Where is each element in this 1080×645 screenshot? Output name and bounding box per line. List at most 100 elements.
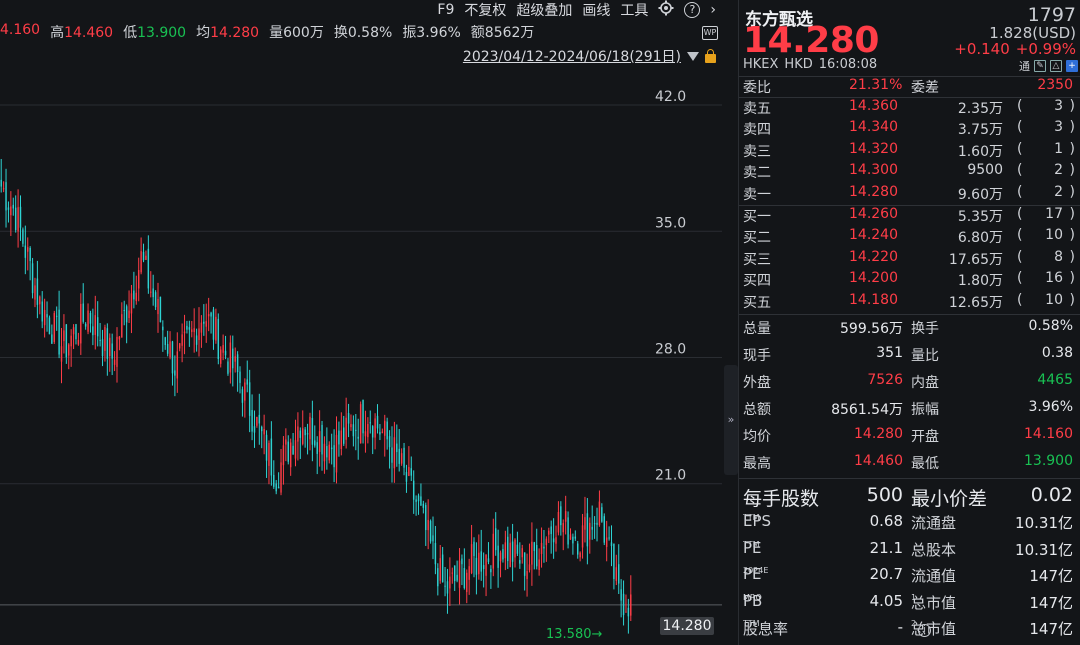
super-overlay-button[interactable]: 超级叠加 (516, 0, 572, 20)
quote-icons: 通 ✎ △ + (1019, 58, 1078, 74)
candle-body (584, 517, 586, 530)
candle-body (473, 541, 475, 557)
ask-row[interactable]: 卖一 14.280 9.60万 (2) (743, 184, 1077, 205)
candle-body (109, 337, 111, 357)
candle-body (321, 424, 323, 455)
dropdown-arrow-icon[interactable] (687, 51, 699, 61)
add-icon[interactable]: + (1066, 60, 1078, 72)
paren-open: ( (1017, 162, 1023, 179)
candle (369, 410, 371, 434)
ask-row[interactable]: 卖五 14.360 2.35万 (3) (743, 98, 1077, 119)
bid-row[interactable]: 买一 14.260 5.35万 (17) (743, 206, 1077, 227)
bid-order-count: 10 (1045, 291, 1063, 308)
fundamental-label: EPS (743, 512, 772, 530)
candle (159, 296, 162, 323)
candle (569, 528, 572, 540)
chevron-right-icon[interactable]: › (710, 2, 722, 18)
candle (280, 448, 282, 496)
candle (367, 417, 369, 444)
bid-row[interactable]: 买四 14.200 1.80万 (16) (743, 270, 1077, 291)
collapse-panel-handle[interactable]: » (724, 365, 738, 475)
bid-order-count: 10 (1045, 227, 1063, 244)
candle-body (355, 429, 357, 431)
candle (572, 533, 574, 555)
candle (596, 507, 598, 542)
edit-icon[interactable]: ✎ (1034, 60, 1046, 72)
candle (545, 536, 548, 562)
candle-body (410, 468, 413, 476)
candle-body (434, 542, 437, 565)
candle-body (140, 251, 142, 273)
current-price-tag: 14.280 (660, 617, 714, 635)
ask-volume: 9500 (967, 162, 1003, 179)
candle (51, 324, 53, 344)
candle-body (381, 431, 384, 433)
date-range-text[interactable]: 2023/04/12-2024/06/18(291日) (463, 46, 681, 66)
bid-row[interactable]: 买三 14.220 17.65万 (8) (743, 249, 1077, 270)
candle (340, 412, 343, 456)
candle-body (193, 328, 195, 333)
candle-body (75, 324, 77, 340)
candle (142, 243, 145, 263)
candle (555, 525, 557, 552)
candle (470, 524, 473, 575)
candle-body (282, 445, 285, 466)
question-icon[interactable]: ? (684, 2, 701, 18)
candle (458, 548, 461, 605)
candle-body (613, 543, 615, 580)
ask-row[interactable]: 卖三 14.320 1.60万 (1) (743, 141, 1077, 162)
candle-body (398, 448, 400, 464)
candle-body (2, 188, 5, 190)
ask-row[interactable]: 卖四 14.340 3.75万 (3) (743, 119, 1077, 140)
no-adjust-button[interactable]: 不复权 (464, 0, 506, 20)
candle (350, 414, 352, 431)
lock-icon[interactable] (705, 48, 716, 63)
gear-icon[interactable] (658, 0, 674, 20)
f9-button[interactable]: F9 (437, 2, 454, 18)
candle-body (236, 354, 239, 373)
alert-icon[interactable]: △ (1050, 60, 1062, 72)
candle-body (292, 445, 294, 455)
candle-body (581, 525, 584, 548)
candle-body (470, 544, 473, 574)
candle-body (152, 288, 154, 298)
candle (531, 522, 533, 586)
stat-label: 总量 (743, 321, 771, 337)
tools-button[interactable]: 工具 (620, 0, 648, 20)
candle-body (306, 433, 309, 435)
candle (60, 327, 63, 384)
candle (608, 526, 610, 541)
candle (451, 567, 454, 584)
committee-row: 委比 21.31% 委差 2350 (743, 77, 1077, 98)
kline-chart-pane[interactable]: F9 不复权 超级叠加 画线 工具 ? › 4.160 高14.460 低13.… (0, 0, 722, 645)
candle-body (80, 303, 82, 344)
candle-body (461, 558, 463, 565)
wp-badge-icon[interactable]: WP (702, 26, 718, 40)
candle-body (610, 542, 613, 546)
bid-row[interactable]: 买五 14.180 12.65万 (10) (743, 292, 1077, 313)
candle-body (330, 447, 333, 450)
info-icon[interactable]: i (918, 624, 932, 637)
candle (171, 340, 174, 386)
candle-body (314, 440, 316, 446)
candle-body (217, 318, 220, 360)
candle-body (31, 263, 34, 294)
date-range-selector[interactable]: 2023/04/12-2024/06/18(291日) (463, 46, 716, 66)
ask-price: 14.340 (849, 119, 898, 136)
candle-body (526, 571, 528, 580)
candle (275, 480, 277, 495)
ask-row[interactable]: 卖二 14.300 9500 (2) (743, 162, 1077, 183)
bid-row[interactable]: 买二 14.240 6.80万 (10) (743, 227, 1077, 248)
candle (265, 430, 268, 478)
candle-body (577, 543, 579, 555)
candle (306, 423, 309, 455)
candlestick-plot[interactable]: 42.0 35.0 28.0 21.0 (0, 68, 722, 645)
fundamental-label: PB (743, 591, 763, 610)
draw-line-button[interactable]: 画线 (582, 0, 610, 20)
tong-label[interactable]: 通 (1019, 58, 1030, 74)
candle (417, 493, 420, 515)
candle-body (92, 326, 94, 336)
candle-body (229, 342, 232, 373)
candle-body (294, 440, 297, 459)
fundamental-label: PE (743, 565, 762, 583)
